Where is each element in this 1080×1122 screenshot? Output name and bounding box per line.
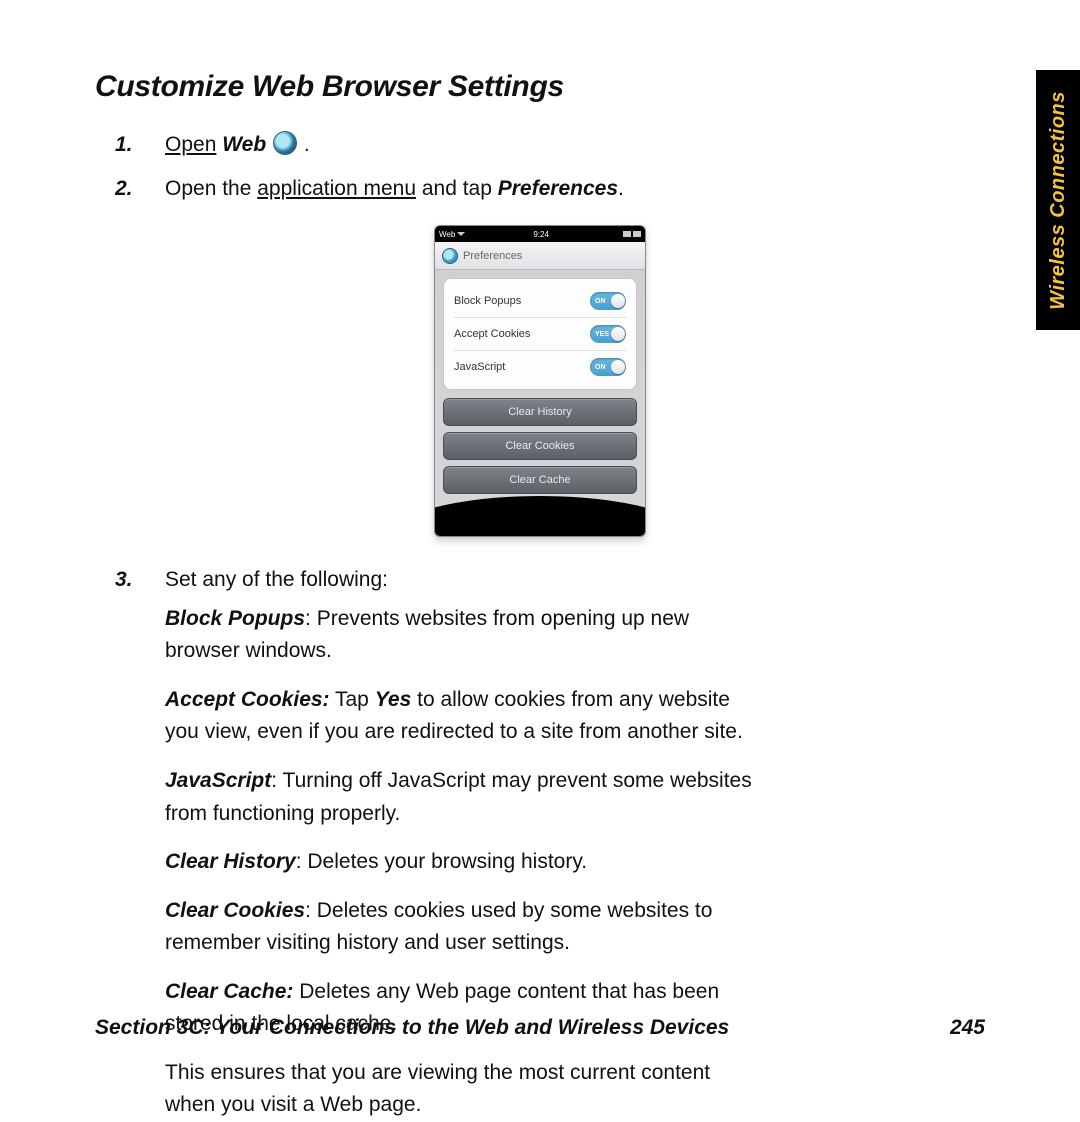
signal-icon xyxy=(623,231,631,237)
toggle-knob xyxy=(611,327,625,341)
step2-pref: Preferences xyxy=(498,177,618,200)
step2-b: and tap xyxy=(416,177,498,200)
pref-row-block-popups: Block Popups ON xyxy=(454,285,626,318)
step-2: 2. Open the application menu and tap Pre… xyxy=(115,172,875,206)
phone-bottom-curve xyxy=(434,496,646,537)
def-accept-cookies: Accept Cookies: Tap Yes to allow cookies… xyxy=(165,684,765,749)
phone-frame: Web 9:24 Preferences Block Popups ON xyxy=(434,225,646,537)
phone-screenshot: Web 9:24 Preferences Block Popups ON xyxy=(95,225,985,537)
side-tab-label: Wireless Connections xyxy=(1047,91,1070,310)
battery-icon xyxy=(633,231,641,237)
step-1: 1. Open Web . xyxy=(115,128,875,162)
clear-cache-button[interactable]: Clear Cache xyxy=(443,466,637,494)
pref-label: Block Popups xyxy=(454,295,521,307)
prefs-header: Preferences xyxy=(435,242,645,270)
dropdown-icon xyxy=(457,232,465,236)
step1-open: Open xyxy=(165,133,216,156)
def-clear-history: Clear History: Deletes your browsing his… xyxy=(165,846,765,879)
step2-period: . xyxy=(618,177,624,200)
page-number: 245 xyxy=(950,1016,985,1040)
step-number: 2. xyxy=(115,172,133,206)
toggle-javascript[interactable]: ON xyxy=(590,358,626,376)
pref-row-javascript: JavaScript ON xyxy=(454,351,626,383)
step1-web: Web xyxy=(222,133,266,156)
footer-section: Section 3C: Your Connections to the Web … xyxy=(95,1016,729,1040)
globe-icon xyxy=(443,249,457,263)
clear-cookies-button[interactable]: Clear Cookies xyxy=(443,432,637,460)
step1-period: . xyxy=(304,133,310,156)
section-title: Customize Web Browser Settings xyxy=(95,70,985,104)
pref-label: JavaScript xyxy=(454,361,505,373)
clear-history-button[interactable]: Clear History xyxy=(443,398,637,426)
toggle-accept-cookies[interactable]: YES xyxy=(590,325,626,343)
step2-a: Open the xyxy=(165,177,257,200)
pref-label: Accept Cookies xyxy=(454,328,530,340)
step3-text: Set any of the following: xyxy=(165,568,388,591)
prefs-title: Preferences xyxy=(463,250,522,262)
web-globe-icon xyxy=(274,132,296,154)
toggle-block-popups[interactable]: ON xyxy=(590,292,626,310)
toggle-knob xyxy=(611,360,625,374)
status-time: 9:24 xyxy=(533,230,549,239)
status-app-name: Web xyxy=(439,230,455,239)
status-bar: Web 9:24 xyxy=(435,226,645,242)
def-ensure: This ensures that you are viewing the mo… xyxy=(165,1057,765,1122)
prefs-card: Block Popups ON Accept Cookies YES JavaS… xyxy=(443,278,637,390)
step2-link: application menu xyxy=(257,177,416,200)
def-block-popups: Block Popups: Prevents websites from ope… xyxy=(165,603,765,668)
def-clear-cookies: Clear Cookies: Deletes cookies used by s… xyxy=(165,895,765,960)
toggle-knob xyxy=(611,294,625,308)
step-number: 3. xyxy=(115,563,133,597)
side-tab: Wireless Connections xyxy=(1036,70,1080,330)
step-number: 1. xyxy=(115,128,133,162)
pref-row-accept-cookies: Accept Cookies YES xyxy=(454,318,626,351)
def-javascript: JavaScript: Turning off JavaScript may p… xyxy=(165,765,765,830)
